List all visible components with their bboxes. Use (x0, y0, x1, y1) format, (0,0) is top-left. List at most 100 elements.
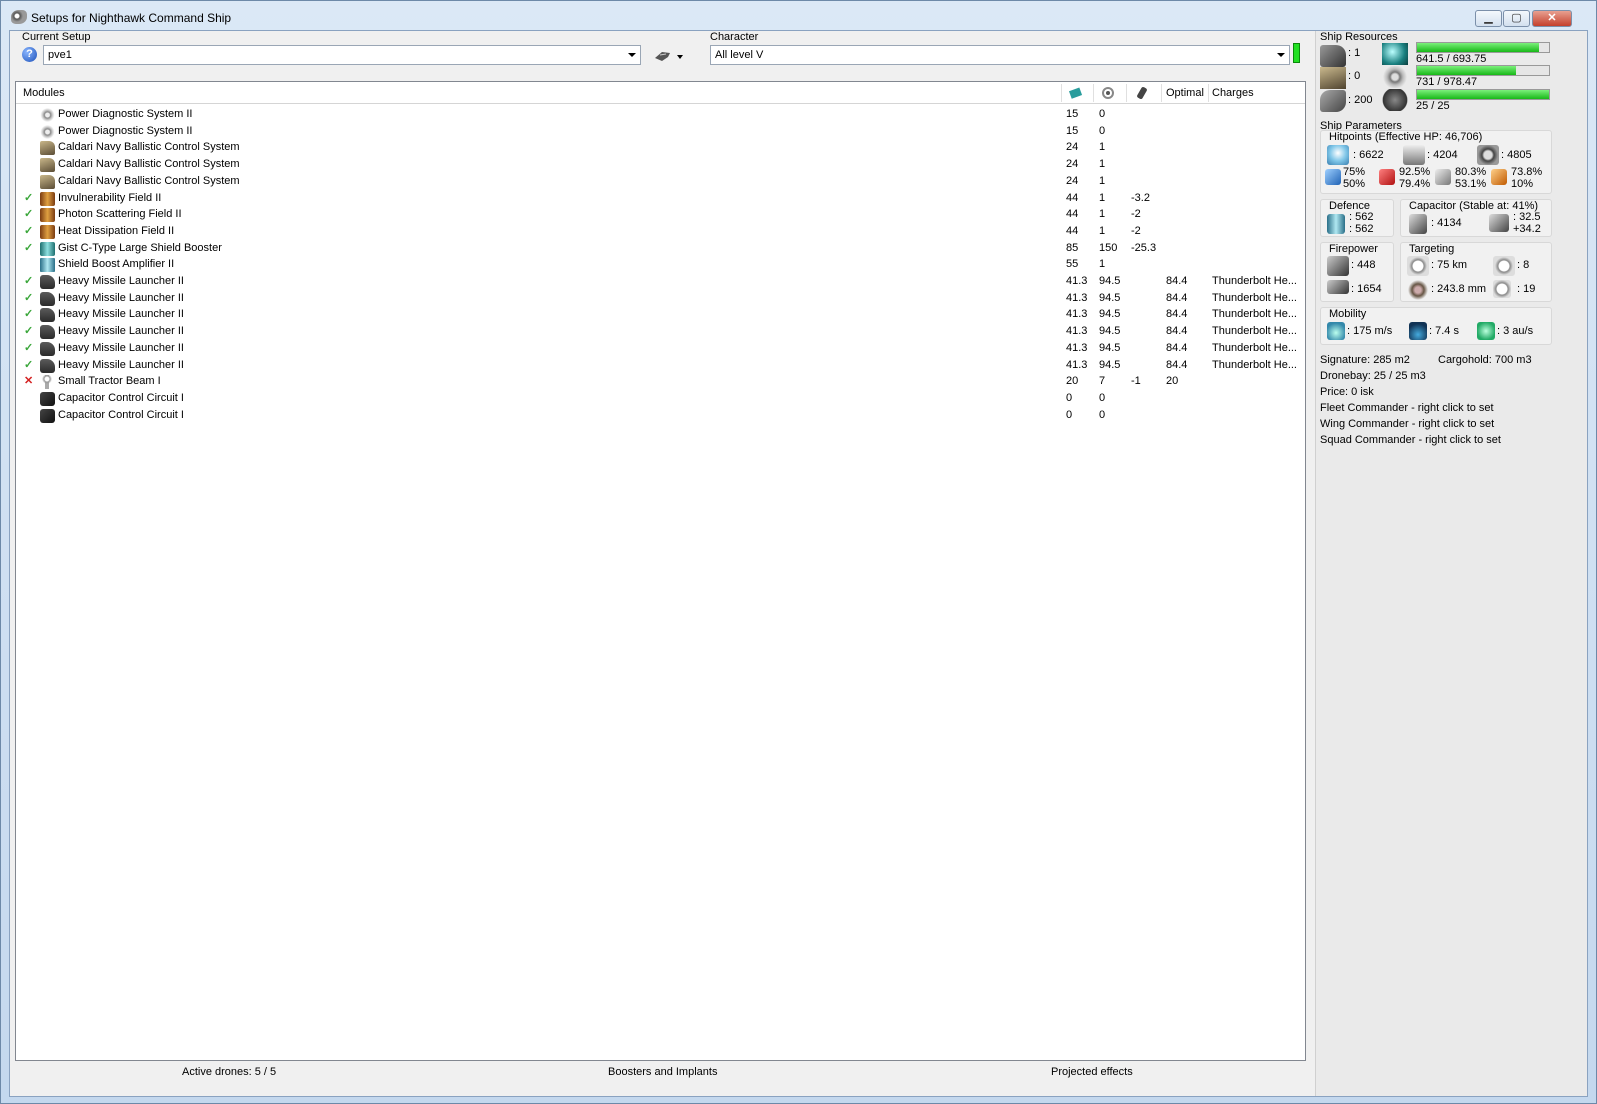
table-row[interactable]: ✓ Heavy Missile Launcher II 41.3 94.5 84.4 Th… (16, 273, 1305, 290)
state-empty[interactable] (24, 258, 36, 270)
state-empty[interactable] (24, 392, 36, 404)
modules-table[interactable]: Modules Optimal Charges Power Diagnostic… (15, 81, 1306, 1061)
fleet-commander[interactable]: Fleet Commander - right click to set (1320, 402, 1494, 414)
header-charges[interactable]: Charges (1212, 87, 1254, 99)
table-row[interactable]: ✓ Heavy Missile Launcher II 41.3 94.5 84.4 Th… (16, 323, 1305, 340)
table-row[interactable]: Caldari Navy Ballistic Control System 24 1 (16, 156, 1305, 173)
active-check-icon[interactable]: ✓ (24, 325, 36, 337)
module-icon (40, 141, 55, 156)
table-row[interactable]: ✓ Heavy Missile Launcher II 41.3 94.5 84.4 Th… (16, 290, 1305, 307)
cell-optimal: 84.4 (1166, 275, 1188, 287)
cell-pg: 94.5 (1099, 291, 1121, 304)
cell-pg: 1 (1099, 191, 1106, 204)
cell-pg: 94.5 (1099, 275, 1121, 287)
close-button[interactable]: ✕ (1532, 10, 1572, 27)
squad-commander[interactable]: Squad Commander - right click to set (1320, 434, 1501, 446)
table-row[interactable]: Caldari Navy Ballistic Control System 24 1 (16, 139, 1305, 156)
ship-menu-button[interactable] (652, 45, 688, 67)
module-icon (40, 108, 55, 122)
capacitor-icon (1409, 214, 1427, 234)
projected-effects-link[interactable]: Projected effects (1051, 1066, 1133, 1078)
cargohold-capacity: Cargohold: 700 m3 (1438, 354, 1532, 366)
help-icon[interactable]: ? (22, 47, 37, 62)
table-row[interactable]: Power Diagnostic System II 15 0 (16, 123, 1305, 140)
active-check-icon[interactable]: ✓ (24, 208, 36, 220)
table-row[interactable]: Power Diagnostic System II 15 0 (16, 106, 1305, 123)
active-check-icon[interactable]: ✓ (24, 359, 36, 371)
cell-pg: 0 (1099, 108, 1106, 120)
state-empty[interactable] (24, 158, 36, 170)
cell-cpu: 24 (1066, 141, 1079, 154)
em-resist-icon (1325, 169, 1341, 185)
powergrid-icon[interactable] (1100, 86, 1116, 100)
wing-commander[interactable]: Wing Commander - right click to set (1320, 418, 1494, 430)
powergrid-bar (1416, 65, 1550, 76)
cell-name: Caldari Navy Ballistic Control System (58, 158, 240, 171)
table-row[interactable]: Capacitor Control Circuit I 0 0 (16, 407, 1305, 424)
maximize-button[interactable]: ▢ (1503, 10, 1530, 27)
header-optimal[interactable]: Optimal (1166, 87, 1204, 99)
active-check-icon[interactable]: ✓ (24, 275, 36, 287)
turret-count: : 1 (1348, 47, 1361, 59)
app-icon[interactable] (11, 10, 27, 24)
module-icon (40, 358, 55, 373)
turret-hardpoint-icon (1320, 45, 1346, 67)
active-drones-link[interactable]: Active drones: 5 / 5 (182, 1066, 276, 1078)
state-empty[interactable] (24, 409, 36, 421)
armor-icon (1403, 145, 1425, 165)
module-icon (40, 158, 55, 173)
cell-optimal: 20 (1166, 375, 1179, 388)
boosters-implants-link[interactable]: Boosters and Implants (608, 1066, 717, 1078)
state-empty[interactable] (24, 125, 36, 137)
align-time-icon (1409, 322, 1427, 340)
capacitor-value: : 4134 (1431, 217, 1462, 229)
table-row[interactable]: ✓ Heat Dissipation Field II 44 1 -2 (16, 223, 1305, 240)
active-check-icon[interactable]: ✓ (24, 342, 36, 354)
max-targets: : 8 (1517, 259, 1530, 271)
header-separator (1161, 84, 1162, 102)
cell-cpu: 44 (1066, 191, 1079, 204)
active-check-icon[interactable]: ✓ (24, 242, 36, 254)
active-check-icon[interactable]: ✓ (24, 308, 36, 320)
table-row[interactable]: ✓ Invulnerability Field II 44 1 -3.2 (16, 190, 1305, 207)
table-row[interactable]: ✓ Gist C-Type Large Shield Booster 85 150 -2… (16, 240, 1305, 257)
state-empty[interactable] (24, 175, 36, 187)
table-row[interactable]: Shield Boost Amplifier II 55 1 (16, 256, 1305, 273)
module-icon (40, 124, 55, 139)
table-row[interactable]: ✓ Heavy Missile Launcher II 41.3 94.5 84.4 Th… (16, 357, 1305, 374)
table-row[interactable]: ✓ Heavy Missile Launcher II 41.3 94.5 84.4 Th… (16, 306, 1305, 323)
character-select[interactable]: All level V (710, 45, 1290, 65)
offline-x-icon[interactable]: ✕ (24, 375, 36, 387)
capacitor-icon[interactable] (1134, 86, 1150, 100)
hull-icon (1477, 145, 1499, 165)
firepower-title: Firepower (1329, 243, 1378, 255)
explosive-resist-icon (1491, 169, 1507, 185)
table-row[interactable]: ✕ Small Tractor Beam I 20 7 -1 20 (16, 373, 1305, 390)
explosive-resist-shield: 73.8% (1511, 166, 1543, 178)
cell-cpu: 44 (1066, 224, 1079, 237)
active-check-icon[interactable]: ✓ (24, 192, 36, 204)
cell-pg: 1 (1099, 224, 1106, 237)
state-empty[interactable] (24, 141, 36, 153)
calibration-value: : 200 (1348, 94, 1373, 106)
chevron-down-icon (1277, 53, 1285, 57)
cell-pg: 0 (1099, 408, 1106, 421)
shield-recharge-icon (1327, 214, 1345, 234)
cell-pg: 1 (1099, 141, 1106, 154)
table-row[interactable]: ✓ Photon Scattering Field II 44 1 -2 (16, 206, 1305, 223)
title-bar[interactable]: Setups for Nighthawk Command Ship ▁ ▢ ✕ (1, 1, 1596, 31)
active-check-icon[interactable]: ✓ (24, 225, 36, 237)
cell-name: Heavy Missile Launcher II (58, 308, 184, 321)
setup-select[interactable]: pve1 (43, 45, 641, 65)
character-select-value: All level V (715, 49, 764, 61)
cpu-icon[interactable] (1068, 86, 1084, 100)
table-row[interactable]: ✓ Heavy Missile Launcher II 41.3 94.5 84.4 Th… (16, 340, 1305, 357)
powergrid-value: 731 / 978.47 (1416, 76, 1478, 88)
header-modules[interactable]: Modules (23, 87, 65, 99)
table-row[interactable]: Capacitor Control Circuit I 0 0 (16, 390, 1305, 407)
table-row[interactable]: Caldari Navy Ballistic Control System 24 1 (16, 173, 1305, 190)
minimize-button[interactable]: ▁ (1475, 10, 1502, 27)
cell-charges: Thunderbolt He... (1212, 308, 1297, 321)
active-check-icon[interactable]: ✓ (24, 292, 36, 304)
state-empty[interactable] (24, 108, 36, 120)
